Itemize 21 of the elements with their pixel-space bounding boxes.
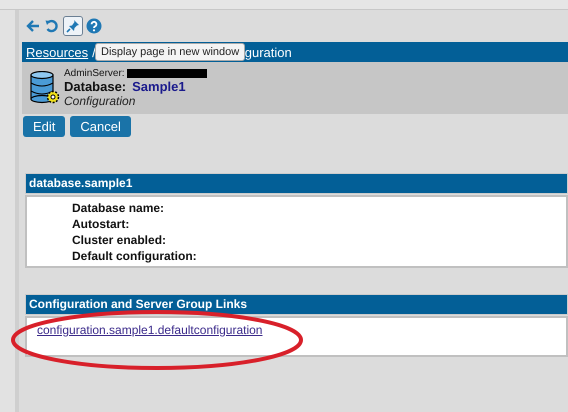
refresh-icon[interactable] <box>44 18 60 34</box>
database-gear-icon <box>30 71 60 105</box>
tooltip: Display page in new window <box>95 43 246 61</box>
field-label: Database name: <box>72 200 166 216</box>
field-label: Default configuration: <box>72 248 198 264</box>
pin-icon[interactable] <box>63 16 83 36</box>
breadcrumb-text: guration <box>244 44 292 60</box>
breadcrumb-link[interactable]: Resources <box>26 44 88 60</box>
subtitle: Configuration <box>64 94 136 108</box>
field-label: Autostart: <box>72 216 130 232</box>
field-label: Cluster enabled: <box>72 232 168 248</box>
section-header: database.sample1 <box>25 173 568 194</box>
title-value: Sample1 <box>132 79 186 94</box>
back-icon[interactable] <box>25 18 41 34</box>
configuration-link[interactable]: configuration.sample1.defaultconfiguration <box>37 323 262 337</box>
action-button[interactable]: Edit <box>23 116 66 137</box>
action-button[interactable]: Cancel <box>70 116 131 137</box>
server-label: AdminServer: <box>64 68 125 79</box>
help-icon[interactable] <box>86 18 102 34</box>
section-header: Configuration and Server Group Links <box>25 294 568 315</box>
title-label: Database: <box>64 79 126 94</box>
